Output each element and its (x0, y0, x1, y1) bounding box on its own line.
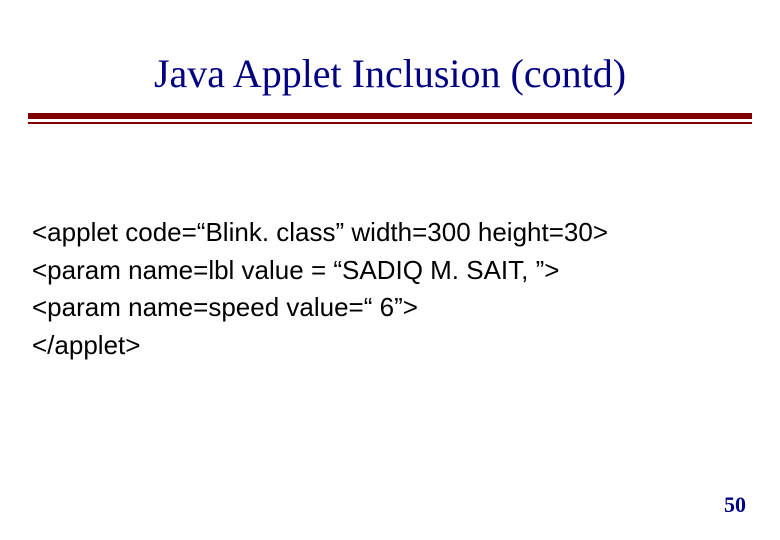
code-line: </applet> (32, 327, 752, 365)
code-block: <applet code=“Blink. class” width=300 he… (28, 214, 752, 365)
slide-title: Java Applet Inclusion (contd) (28, 50, 752, 97)
code-line: <param name=lbl value = “SADIQ M. SAIT, … (32, 252, 752, 290)
code-line: <param name=speed value=“ 6”> (32, 289, 752, 327)
page-number: 50 (724, 492, 746, 518)
rule-thin (28, 122, 752, 124)
title-rule (28, 113, 752, 124)
slide: Java Applet Inclusion (contd) <applet co… (0, 0, 780, 540)
code-line: <applet code=“Blink. class” width=300 he… (32, 214, 752, 252)
